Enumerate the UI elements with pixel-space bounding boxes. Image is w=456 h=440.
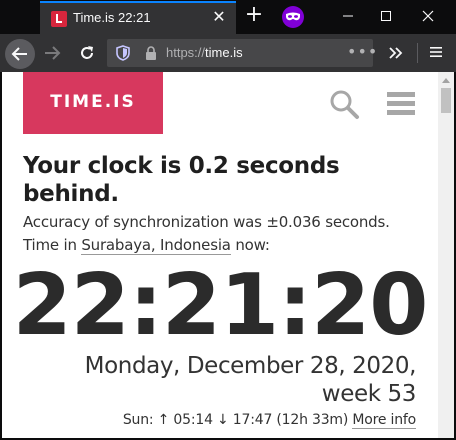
date-line: Monday, December 28, 2020, — [84, 353, 417, 379]
close-icon[interactable]: ✕ — [210, 8, 228, 26]
clock-display: 22:21:20 — [12, 256, 429, 355]
toolbar-separator — [417, 43, 418, 63]
accuracy-text: Accuracy of synchronization was ±0.036 s… — [23, 213, 390, 231]
favicon-icon — [51, 11, 67, 27]
plus-icon[interactable]: + — [244, 4, 264, 26]
forward-arrow-icon[interactable] — [42, 43, 62, 63]
navigation-toolbar: https://time.is ••• — [0, 34, 456, 72]
sun-times: Sun: ↑ 05:14 ↓ 17:47 (12h 33m) — [122, 412, 353, 428]
city-link[interactable]: Surabaya, Indonesia — [81, 236, 231, 255]
sun-info: Sun: ↑ 05:14 ↓ 17:47 (12h 33m) More info — [42, 412, 416, 429]
more-info-link[interactable]: More info — [352, 412, 416, 429]
url-host: time.is — [205, 45, 243, 60]
logo-text: TIME.IS — [50, 92, 136, 112]
active-tab[interactable]: Time.is 22:21 ✕ — [40, 1, 236, 34]
search-icon[interactable] — [328, 88, 360, 120]
private-mask-icon[interactable] — [282, 6, 304, 28]
time-in-suffix: now: — [230, 236, 270, 254]
maximize-icon[interactable] — [372, 4, 400, 28]
time-in-location: Time in Surabaya, Indonesia now: — [23, 236, 270, 255]
scroll-up-icon[interactable] — [442, 78, 450, 83]
minimize-icon[interactable] — [334, 4, 362, 28]
sync-headline: Your clock is 0.2 seconds behind. — [23, 153, 340, 207]
page-actions-button[interactable]: ••• — [347, 42, 378, 61]
time-in-prefix: Time in — [23, 236, 82, 254]
url-text[interactable]: https://time.is — [166, 45, 243, 60]
title-bar: Time.is 22:21 ✕ + — [0, 0, 456, 34]
date-display: Monday, December 28, 2020, week 53 — [42, 352, 417, 408]
address-bar[interactable]: https://time.is ••• — [107, 39, 377, 67]
scroll-thumb[interactable] — [441, 88, 451, 113]
back-arrow-icon[interactable] — [5, 39, 35, 69]
shield-icon[interactable] — [115, 45, 131, 61]
page-content: TIME.IS Your clock is 0.2 seconds behind… — [2, 72, 438, 438]
lock-icon[interactable] — [143, 45, 159, 61]
reload-icon[interactable] — [77, 43, 97, 63]
week-line: week 53 — [321, 381, 417, 407]
tab-title: Time.is 22:21 — [73, 10, 151, 25]
window-close-icon[interactable] — [414, 4, 442, 28]
menu-icon[interactable] — [387, 90, 417, 118]
scrollbar[interactable] — [438, 72, 454, 438]
hamburger-icon[interactable] — [428, 44, 444, 60]
url-scheme: https:// — [166, 45, 206, 60]
site-logo[interactable]: TIME.IS — [23, 72, 163, 134]
overflow-chevrons-icon[interactable] — [386, 43, 406, 63]
